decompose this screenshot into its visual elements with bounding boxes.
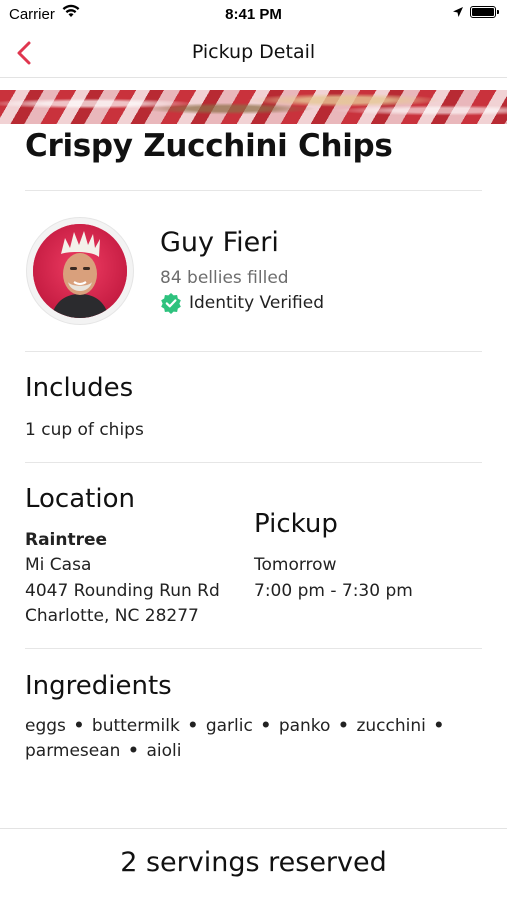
includes-heading: Includes [25,373,134,403]
divider [25,462,482,463]
divider [25,648,482,649]
ingredient-item: zucchini [356,716,426,736]
ingredient-separator: • [73,716,85,736]
divider [25,190,482,191]
ingredient-separator: • [338,716,349,736]
ingredient-item: buttermilk [91,716,180,736]
ingredient-item: panko [278,716,331,736]
ingredient-separator: • [433,716,445,736]
location-city[interactable]: Charlotte, NC 28277 [25,603,199,629]
location-neighborhood: Raintree [25,530,108,550]
chef-stats: 84 bellies filled [160,268,289,288]
item-title: Crispy Zucchini Chips [25,128,393,164]
servings-reserved-label: 2 servings reserved [120,847,387,878]
hero-food-image [0,90,507,124]
location-arrow-icon [453,7,463,17]
battery-icon [470,6,499,18]
ingredients-list: parmesean • aioli [25,741,181,761]
pickup-window: 7:00 pm - 7:30 pm [254,581,413,601]
pickup-heading: Pickup [254,509,338,539]
status-bar: Carrier 8:41 PM [0,0,507,28]
ingredients-list: eggs • buttermilk • garlic • panko • zucchini • [25,716,452,736]
ingredient-item: aioli [146,741,182,761]
ingredient-item: eggs [25,716,66,736]
includes-text: 1 cup of chips [25,420,144,440]
ingredient-separator: • [187,716,199,736]
chef-photo [33,224,127,318]
nav-bar: Pickup Detail [0,28,507,78]
page-title: Pickup Detail [191,41,316,63]
verified-badge-icon [161,293,181,314]
ingredient-item: parmesean [25,741,121,761]
chef-name[interactable]: Guy Fieri [160,227,279,258]
ingredient-separator: • [260,716,272,736]
pickup-day: Tomorrow [254,555,337,575]
ingredients-heading: Ingredients [25,671,172,701]
location-heading: Location [25,484,135,514]
clock: 8:41 PM [225,6,282,23]
chef-avatar[interactable] [27,218,133,324]
reservation-footer: 2 servings reserved [0,828,507,900]
ingredient-item: garlic [205,716,253,736]
location-street[interactable]: 4047 Rounding Run Rd [25,578,220,604]
location-place: Mi Casa [25,555,92,575]
divider [25,351,482,352]
verified-label: Identity Verified [189,293,324,313]
ingredient-separator: • [128,741,139,761]
